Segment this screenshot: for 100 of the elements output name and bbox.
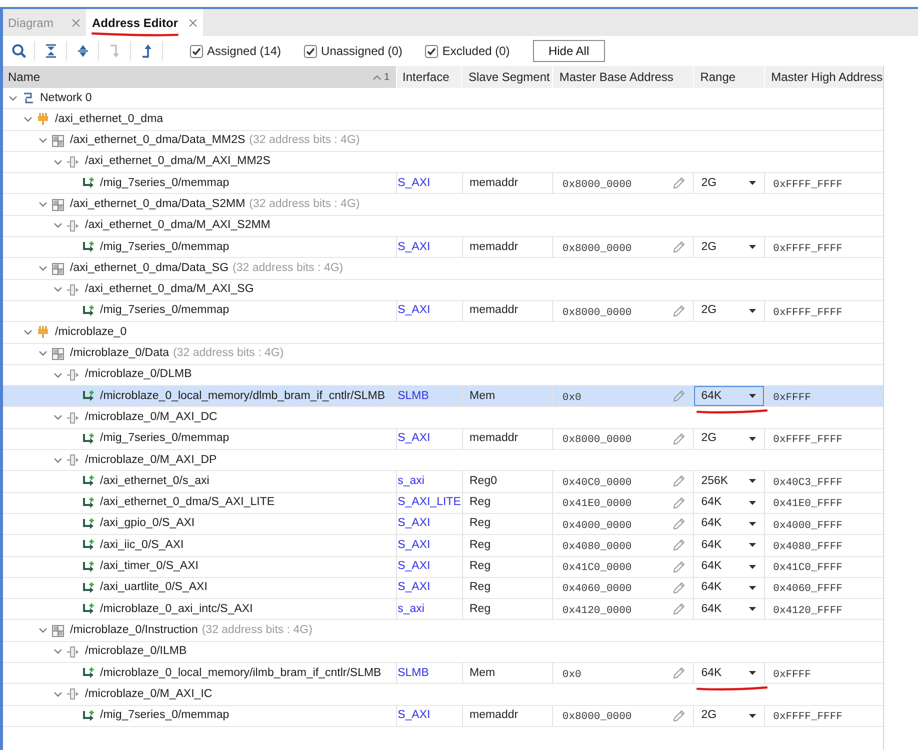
range-dropdown[interactable]: 2G bbox=[694, 706, 764, 726]
chevron-icon[interactable] bbox=[39, 266, 47, 272]
node-label: /microblaze_0/DLMB bbox=[85, 367, 192, 382]
tree-row[interactable]: /axi_iic_0/S_AXI S_AXI Reg 0x4080_0000 64K 0x4080_FFFF bbox=[3, 535, 883, 557]
interface-link[interactable]: S_AXI bbox=[398, 536, 430, 554]
tree-row[interactable]: /microblaze_0/ILMB bbox=[3, 642, 883, 664]
tree-row[interactable]: /microblaze_0/Data (32 address bits : 4G) bbox=[3, 344, 883, 365]
tree-row[interactable]: /axi_ethernet_0/s_axi s_axi Reg0 0x40C0_0000 256K 0x40C3_FFFF bbox=[3, 471, 883, 493]
pencil-icon[interactable] bbox=[673, 496, 686, 509]
interface-link[interactable]: S_AXI bbox=[398, 579, 430, 597]
range-dropdown[interactable]: 64K bbox=[694, 514, 764, 534]
tree-row[interactable]: /mig_7series_0/memmap S_AXI memaddr 0x8000_0000 2G 0xFFFF_FFFF bbox=[3, 706, 883, 727]
interface-link[interactable]: S_AXI bbox=[398, 430, 430, 448]
bent-arrow-icon bbox=[82, 177, 94, 190]
range-dropdown[interactable]: 64K bbox=[694, 663, 764, 684]
chevron-icon[interactable] bbox=[39, 202, 47, 208]
range-dropdown[interactable]: 2G bbox=[694, 428, 764, 450]
range-dropdown[interactable]: 2G bbox=[694, 173, 764, 194]
hide-all-button[interactable]: Hide All bbox=[532, 40, 605, 62]
tree-row[interactable]: /axi_uartlite_0/S_AXI S_AXI Reg 0x4060_0000 64K 0x4060_FFFF bbox=[3, 578, 883, 600]
tree-row[interactable]: /mig_7series_0/memmap S_AXI memaddr 0x8000_0000 2G 0xFFFF_FFFF bbox=[3, 428, 883, 450]
pencil-icon[interactable] bbox=[673, 582, 686, 594]
range-dropdown[interactable]: 64K bbox=[694, 599, 764, 620]
tree-row[interactable]: /axi_gpio_0/S_AXI S_AXI Reg 0x4000_0000 64K 0x4000_FFFF bbox=[3, 514, 883, 536]
tree-row[interactable]: /axi_ethernet_0_dma/Data_MM2S (32 address bits : 4G) bbox=[3, 130, 883, 152]
chevron-icon[interactable] bbox=[54, 223, 62, 228]
column-header[interactable]: Master Base Address bbox=[552, 66, 694, 88]
pencil-icon[interactable] bbox=[673, 475, 686, 488]
checkbox-label[interactable]: Assigned (14) bbox=[207, 42, 282, 60]
range-dropdown[interactable]: 64K bbox=[694, 535, 764, 556]
tree-row[interactable]: /mig_7series_0/memmap S_AXI memaddr 0x8000_0000 2G 0xFFFF_FFFF bbox=[3, 300, 883, 322]
interface-link[interactable]: SLMB bbox=[398, 388, 429, 405]
pencil-icon[interactable] bbox=[673, 432, 686, 445]
interface-link[interactable]: S_AXI bbox=[398, 515, 430, 533]
checkbox[interactable] bbox=[304, 44, 318, 58]
pencil-icon[interactable] bbox=[673, 603, 686, 616]
checkbox-label[interactable]: Unassigned (0) bbox=[321, 42, 402, 60]
chip-icon bbox=[37, 326, 49, 338]
tree-row[interactable]: /axi_ethernet_0_dma/M_AXI_SG bbox=[3, 280, 883, 301]
chevron-icon[interactable] bbox=[9, 96, 17, 101]
chevron-icon[interactable] bbox=[39, 351, 47, 356]
tree-row[interactable]: /microblaze_0_axi_intc/S_AXI s_axi Reg 0x4120_0000 64K 0x4120_FFFF bbox=[3, 599, 883, 620]
range-dropdown[interactable]: 2G bbox=[694, 237, 764, 258]
interface-link[interactable]: S_AXI bbox=[398, 302, 430, 320]
pencil-icon[interactable] bbox=[673, 560, 686, 573]
high-address: 0xFFFF bbox=[773, 390, 811, 404]
up-arrow-icon[interactable] bbox=[142, 44, 152, 58]
tree-row[interactable]: /mig_7series_0/memmap S_AXI memaddr 0x8000_0000 2G 0xFFFF_FFFF bbox=[3, 173, 883, 194]
chevron-icon[interactable] bbox=[39, 628, 47, 634]
chevron-icon[interactable] bbox=[54, 692, 62, 697]
sort-rank: 1 bbox=[384, 70, 390, 84]
range-dropdown[interactable]: 64K bbox=[694, 386, 764, 406]
pencil-icon[interactable] bbox=[673, 667, 686, 680]
interface-link[interactable]: S_AXI bbox=[398, 558, 430, 576]
chevron-icon[interactable] bbox=[24, 116, 32, 122]
slave-label: Mem bbox=[470, 666, 496, 681]
tree-row[interactable]: /axi_timer_0/S_AXI S_AXI Reg 0x41C0_0000 64K 0x41C0_FFFF bbox=[3, 556, 883, 578]
pencil-icon[interactable] bbox=[673, 241, 686, 254]
interface-link[interactable]: s_axi bbox=[398, 600, 424, 618]
checkbox[interactable] bbox=[425, 44, 438, 58]
tab[interactable]: Address Editor bbox=[86, 9, 203, 36]
range-dropdown[interactable]: 2G bbox=[694, 300, 764, 322]
chevron-icon[interactable] bbox=[54, 287, 62, 292]
tree-row[interactable]: /axi_ethernet_0_dma/S_AXI_LITE S_AXI_LITE Reg 0x41E0_0000 64K 0x41E0_FFFF bbox=[3, 492, 883, 514]
pencil-icon[interactable] bbox=[673, 539, 686, 552]
interface-link[interactable]: S_AXI bbox=[398, 707, 430, 724]
chevron-icon[interactable] bbox=[54, 458, 62, 463]
tree-row[interactable]: /mig_7series_0/memmap S_AXI memaddr 0x8000_0000 2G 0xFFFF_FFFF bbox=[3, 237, 883, 258]
column-header[interactable]: Range bbox=[693, 66, 764, 88]
column-header[interactable]: Master High Address bbox=[764, 66, 883, 88]
interface-link[interactable]: S_AXI bbox=[398, 238, 430, 256]
collapse-icon[interactable] bbox=[44, 44, 56, 58]
chevron-icon[interactable] bbox=[24, 330, 32, 335]
checkbox[interactable] bbox=[190, 44, 203, 58]
column-header[interactable]: Slave Segment bbox=[461, 66, 552, 88]
range-dropdown[interactable]: 256K bbox=[694, 471, 764, 492]
pencil-icon[interactable] bbox=[673, 177, 686, 190]
chevron-icon[interactable] bbox=[54, 160, 62, 165]
expand-icon[interactable] bbox=[76, 44, 88, 58]
chevron-icon[interactable] bbox=[54, 649, 62, 654]
interface-link[interactable]: s_axi bbox=[398, 472, 424, 490]
interface-link[interactable]: S_AXI_LITE bbox=[398, 494, 461, 512]
column-header[interactable]: Name 1 bbox=[3, 66, 396, 88]
pencil-icon[interactable] bbox=[673, 305, 686, 318]
range-dropdown[interactable]: 64K bbox=[694, 492, 764, 513]
pencil-icon[interactable] bbox=[673, 518, 686, 530]
checkbox-label[interactable]: Excluded (0) bbox=[442, 42, 510, 60]
chevron-icon[interactable] bbox=[39, 138, 47, 144]
interface-link[interactable]: SLMB bbox=[398, 664, 429, 682]
search-icon[interactable] bbox=[12, 44, 26, 58]
column-header[interactable]: Interface bbox=[396, 66, 462, 88]
chevron-icon[interactable] bbox=[54, 372, 62, 378]
range-dropdown[interactable]: 64K bbox=[694, 556, 764, 577]
close-icon[interactable] bbox=[189, 18, 197, 26]
pencil-icon[interactable] bbox=[673, 710, 686, 722]
close-icon[interactable] bbox=[72, 18, 80, 26]
chevron-icon[interactable] bbox=[54, 415, 62, 420]
interface-link[interactable]: S_AXI bbox=[398, 174, 430, 192]
range-dropdown[interactable]: 64K bbox=[694, 578, 764, 598]
bent-arrow-icon bbox=[82, 496, 94, 509]
